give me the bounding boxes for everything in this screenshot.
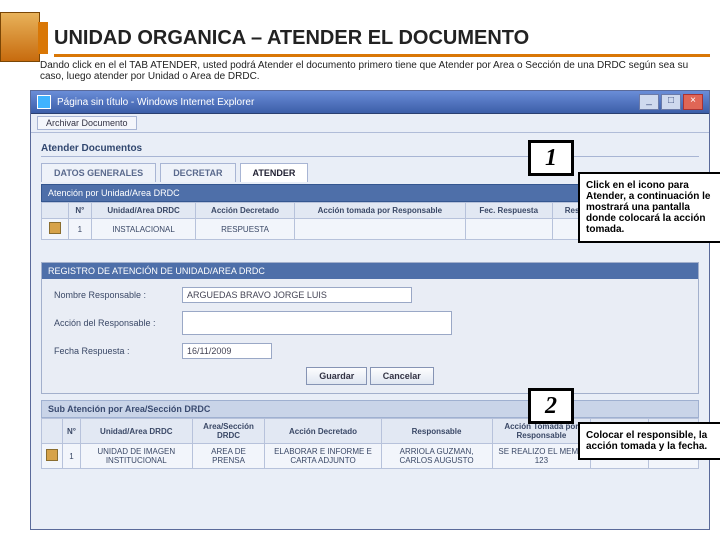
tab-atender[interactable]: ATENDER <box>240 163 309 182</box>
th-num: N° <box>68 203 91 219</box>
browser-titlebar: Página sin título - Windows Internet Exp… <box>31 91 709 114</box>
input-accion[interactable] <box>182 311 452 335</box>
title-bar: UNIDAD ORGANICA – ATENDER EL DOCUMENTO <box>0 22 720 54</box>
label-fecha: Fecha Respuesta : <box>54 346 174 356</box>
menu-row: Archivar Documento <box>31 114 709 133</box>
minimize-button[interactable]: _ <box>639 94 659 110</box>
cell-tomada: SE REALIZO EL MEMO 123 <box>492 444 591 469</box>
section-header-b: Sub Atención por Area/Sección DRDC <box>41 400 699 418</box>
th-area: Area/Sección DRDC <box>192 419 265 444</box>
title-accent <box>38 22 48 54</box>
cancelar-button[interactable]: Cancelar <box>370 367 434 385</box>
th-icon <box>42 419 63 444</box>
cell-unidad: UNIDAD DE IMAGEN INSTITUCIONAL <box>80 444 192 469</box>
browser-window: Página sin título - Windows Internet Exp… <box>30 90 710 530</box>
callout-step-2: Colocar el responsible, la acción tomada… <box>578 422 720 460</box>
cell-area: AREA DE PRENSA <box>192 444 265 469</box>
th-tomada: Acción tomada por Responsable <box>294 203 465 219</box>
browser-title: Página sin título - Windows Internet Exp… <box>57 97 254 108</box>
label-accion: Acción del Responsable : <box>54 318 174 328</box>
atender-icon <box>46 449 58 461</box>
page-title: UNIDAD ORGANICA – ATENDER EL DOCUMENTO <box>54 22 710 57</box>
guardar-button[interactable]: Guardar <box>306 367 367 385</box>
cell-resp: ARRIOLA GUZMAN, CARLOS AUGUSTO <box>381 444 492 469</box>
tab-datos-generales[interactable]: DATOS GENERALES <box>41 163 156 182</box>
slide: UNIDAD ORGANICA – ATENDER EL DOCUMENTO D… <box>0 0 720 540</box>
archive-button[interactable]: Archivar Documento <box>37 116 137 130</box>
label-responsable: Nombre Responsable : <box>54 290 174 300</box>
atender-icon <box>49 222 61 234</box>
panel-heading: Atender Documentos <box>41 143 699 157</box>
cell-tomada <box>294 219 465 240</box>
th-unidad: Unidad/Area DRDC <box>80 419 192 444</box>
th-fec: Fec. Respuesta <box>465 203 552 219</box>
registro-panel: REGISTRO DE ATENCIÓN DE UNIDAD/AREA DRDC… <box>41 262 699 394</box>
cell-action-icon[interactable] <box>42 219 69 240</box>
registro-header: REGISTRO DE ATENCIÓN DE UNIDAD/AREA DRDC <box>42 263 698 279</box>
step-badge-2: 2 <box>528 388 574 424</box>
cell-accion: RESPUESTA <box>196 219 295 240</box>
maximize-button[interactable]: □ <box>661 94 681 110</box>
th-unidad: Unidad/Area DRDC <box>91 203 195 219</box>
cell-fec <box>465 219 552 240</box>
input-fecha[interactable]: 16/11/2009 <box>182 343 272 359</box>
tab-decretar[interactable]: DECRETAR <box>160 163 235 182</box>
close-button[interactable]: × <box>683 94 703 110</box>
registro-body: Nombre Responsable : ARGUEDAS BRAVO JORG… <box>42 279 698 393</box>
callout-step-1: Click en el icono para Atender, a contin… <box>578 172 720 243</box>
cell-accion: ELABORAR E INFORME E CARTA ADJUNTO <box>265 444 381 469</box>
th-num: N° <box>63 419 81 444</box>
input-responsable[interactable]: ARGUEDAS BRAVO JORGE LUIS <box>182 287 412 303</box>
cell-unidad: INSTALACIONAL <box>91 219 195 240</box>
cell-num: 1 <box>68 219 91 240</box>
ie-favicon <box>37 95 51 109</box>
th-icon <box>42 203 69 219</box>
logo-badge <box>0 12 40 62</box>
cell-num: 1 <box>63 444 81 469</box>
page-subtitle: Dando click en el el TAB ATENDER, usted … <box>40 60 700 82</box>
th-resp: Responsable <box>381 419 492 444</box>
step-badge-1: 1 <box>528 140 574 176</box>
th-accion: Acción Decretado <box>196 203 295 219</box>
cell-action-icon[interactable] <box>42 444 63 469</box>
window-buttons: _ □ × <box>639 94 703 110</box>
th-accion: Acción Decretado <box>265 419 381 444</box>
